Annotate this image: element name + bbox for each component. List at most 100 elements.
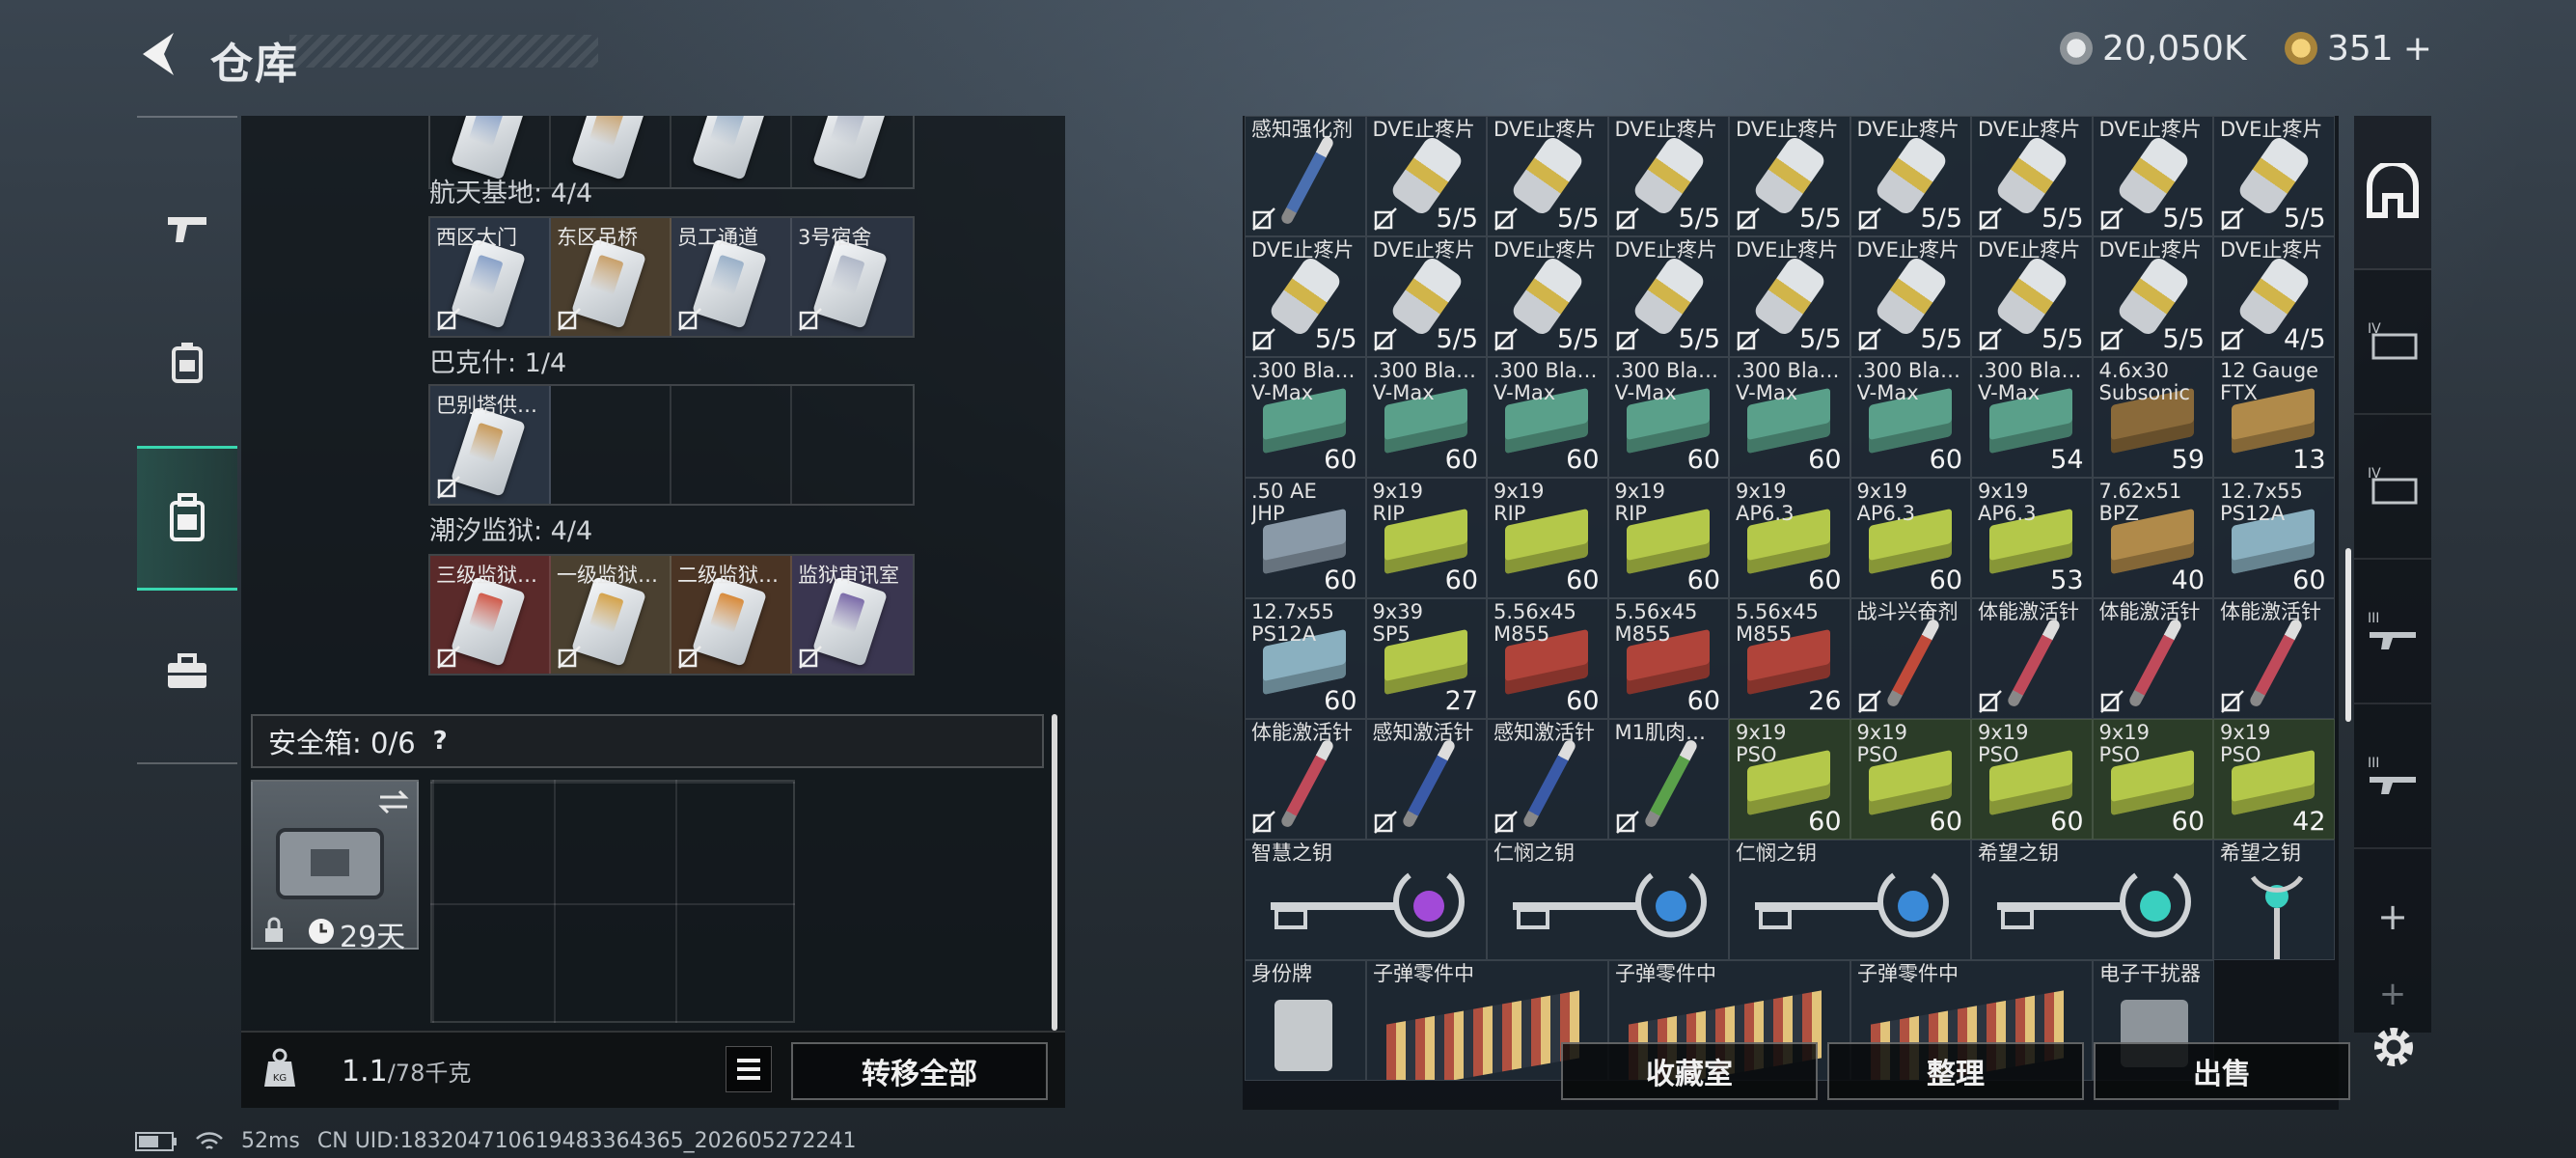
stash-item[interactable]: .300 Bla… V-Max 54 bbox=[1971, 357, 2093, 478]
stash-item[interactable]: 9x19 AP6.3 60 bbox=[1850, 478, 1971, 598]
back-arrow-icon[interactable] bbox=[135, 29, 178, 79]
sell-button[interactable]: 出售 bbox=[2094, 1042, 2350, 1100]
keycard-slot[interactable]: 二级监狱… bbox=[671, 556, 792, 674]
keycard-slot[interactable]: 一级监狱… bbox=[551, 556, 671, 674]
stash-item[interactable]: DVE止疼片 5/5 bbox=[1487, 116, 1608, 236]
stash-item[interactable]: 体能激活针 bbox=[2213, 598, 2335, 719]
stash-item[interactable]: 战斗兴奋剂 bbox=[1850, 598, 1971, 719]
help-icon[interactable]: ? bbox=[433, 727, 448, 756]
stash-item[interactable]: DVE止疼片 5/5 bbox=[1365, 116, 1487, 236]
stash-item[interactable]: .300 Bla… V-Max 60 bbox=[1729, 357, 1850, 478]
stash-item[interactable]: 体能激活针 bbox=[2092, 598, 2213, 719]
key-item[interactable]: 仁悯之钥 bbox=[1729, 840, 1971, 960]
stash-item[interactable]: 身份牌 bbox=[1245, 960, 1366, 1081]
stash-item[interactable]: 5.56x45 M855 26 bbox=[1729, 598, 1850, 719]
nav-cases[interactable] bbox=[137, 600, 237, 745]
list-view-icon[interactable] bbox=[726, 1046, 772, 1092]
stash-item[interactable]: DVE止疼片 5/5 bbox=[1245, 236, 1366, 357]
stash-item[interactable]: 9x19 PSO 42 bbox=[2213, 719, 2335, 840]
nav-armor[interactable] bbox=[137, 291, 237, 436]
injector-image bbox=[1279, 738, 1335, 829]
stash-item[interactable]: 7.62x51 BPZ 40 bbox=[2092, 478, 2213, 598]
stash-item[interactable]: 体能激活针 bbox=[1245, 719, 1366, 840]
keycard-slot[interactable]: 员工通道 bbox=[671, 218, 792, 336]
stash-item[interactable]: DVE止疼片 5/5 bbox=[2092, 116, 2213, 236]
stash-item[interactable]: DVE止疼片 5/5 bbox=[1729, 116, 1850, 236]
stash-tab-all[interactable] bbox=[2354, 116, 2431, 270]
key-item[interactable]: 希望之钥 bbox=[1971, 840, 2213, 960]
stash-item[interactable]: 9x19 RIP 60 bbox=[1487, 478, 1608, 598]
stash-item[interactable]: 体能激活针 bbox=[1971, 598, 2093, 719]
stash-item[interactable]: DVE止疼片 5/5 bbox=[1850, 116, 1971, 236]
left-scrollbar[interactable] bbox=[1052, 714, 1057, 1031]
stash-item[interactable]: 9x19 PSO 60 bbox=[2092, 719, 2213, 840]
stash-item[interactable]: 9x19 PSO 60 bbox=[1850, 719, 1971, 840]
add-tab-icon[interactable]: + bbox=[2354, 878, 2431, 955]
stash-item[interactable]: 12.7x55 PS12A 60 bbox=[1245, 598, 1366, 719]
stash-item[interactable]: 12 Gauge FTX 13 bbox=[2213, 357, 2335, 478]
keycard-slot[interactable]: 西区大门 bbox=[430, 218, 551, 336]
stash-item[interactable]: 9x19 AP6.3 53 bbox=[1971, 478, 2093, 598]
key-item[interactable]: 智慧之钥 bbox=[1245, 840, 1487, 960]
stash-item[interactable]: 9x19 PSO 60 bbox=[1729, 719, 1850, 840]
safe-box-item[interactable]: 29天 bbox=[251, 780, 419, 954]
nav-backpack[interactable] bbox=[137, 446, 237, 591]
stash-item[interactable]: DVE止疼片 4/5 bbox=[2213, 236, 2335, 357]
category-nav bbox=[137, 116, 237, 764]
stash-item[interactable]: .50 AE JHP 60 bbox=[1245, 478, 1366, 598]
stash-item[interactable]: 感知强化剂 bbox=[1245, 116, 1366, 236]
stash-scrollbar[interactable] bbox=[2345, 548, 2351, 722]
stash-item[interactable]: 5.56x45 M855 60 bbox=[1607, 598, 1729, 719]
stash-item[interactable]: DVE止疼片 5/5 bbox=[1971, 116, 2093, 236]
stash-tab-iii-a[interactable]: III bbox=[2354, 560, 2431, 704]
stash-item[interactable]: DVE止疼片 5/5 bbox=[1607, 116, 1729, 236]
stash-item[interactable]: 9x19 PSO 60 bbox=[1971, 719, 2093, 840]
stash-item[interactable]: 感知激活针 bbox=[1365, 719, 1487, 840]
stash-item[interactable]: DVE止疼片 5/5 bbox=[2213, 116, 2335, 236]
stash-item[interactable]: .300 Bla… V-Max 60 bbox=[1487, 357, 1608, 478]
stash-item[interactable]: .300 Bla… V-Max 60 bbox=[1245, 357, 1366, 478]
swap-icon[interactable] bbox=[376, 787, 411, 816]
stash-item[interactable]: DVE止疼片 5/5 bbox=[1850, 236, 1971, 357]
safe-box-grid[interactable] bbox=[430, 780, 795, 1023]
stash-item[interactable]: 9x19 RIP 60 bbox=[1607, 478, 1729, 598]
stash-tab-iv-a[interactable]: IV bbox=[2354, 270, 2431, 415]
key-item[interactable]: 仁悯之钥 bbox=[1487, 840, 1729, 960]
sort-button[interactable]: 整理 bbox=[1827, 1042, 2084, 1100]
nav-weapons[interactable] bbox=[137, 156, 237, 301]
item-name: DVE止疼片 bbox=[2098, 119, 2202, 141]
collection-room-button[interactable]: 收藏室 bbox=[1561, 1042, 1818, 1100]
keycard-slot[interactable]: 三级监狱… bbox=[430, 556, 551, 674]
stash-item[interactable]: DVE止疼片 5/5 bbox=[1729, 236, 1850, 357]
empty-slot[interactable] bbox=[671, 386, 792, 504]
stash-item[interactable]: 感知激活针 bbox=[1487, 719, 1608, 840]
stash-item[interactable]: 5.56x45 M855 60 bbox=[1487, 598, 1608, 719]
empty-slot[interactable] bbox=[551, 386, 671, 504]
keycard-slot[interactable]: 巴别塔供… bbox=[430, 386, 551, 504]
stash-item[interactable]: 9x19 AP6.3 60 bbox=[1729, 478, 1850, 598]
stash-item[interactable]: 12.7x55 PS12A 60 bbox=[2213, 478, 2335, 598]
keycard-slot[interactable]: 东区吊桥 bbox=[551, 218, 671, 336]
stash-item[interactable]: 4.6x30 Subsonic 59 bbox=[2092, 357, 2213, 478]
transfer-all-button[interactable]: 转移全部 bbox=[791, 1042, 1048, 1100]
stash-item[interactable]: 9x39 SP5 27 bbox=[1365, 598, 1487, 719]
keycard-slot[interactable]: 监狱审讯室 bbox=[792, 556, 913, 674]
add-currency-icon[interactable]: + bbox=[2403, 29, 2432, 69]
stash-item[interactable]: DVE止疼片 5/5 bbox=[1487, 236, 1608, 357]
stash-item[interactable]: .300 Bla… V-Max 60 bbox=[1607, 357, 1729, 478]
keycard-slot[interactable]: 3号宿舍 bbox=[792, 218, 913, 336]
stash-item[interactable]: DVE止疼片 5/5 bbox=[2092, 236, 2213, 357]
stash-item[interactable]: DVE止疼片 5/5 bbox=[1607, 236, 1729, 357]
settings-gear-icon[interactable] bbox=[2370, 1023, 2418, 1071]
gold-currency[interactable]: 351 + bbox=[2285, 27, 2432, 69]
stash-item[interactable]: DVE止疼片 5/5 bbox=[1365, 236, 1487, 357]
stash-tab-iv-b[interactable]: IV bbox=[2354, 415, 2431, 560]
stash-item[interactable]: .300 Bla… V-Max 60 bbox=[1365, 357, 1487, 478]
stash-item[interactable]: .300 Bla… V-Max 60 bbox=[1850, 357, 1971, 478]
key-item[interactable]: 希望之钥 bbox=[2213, 840, 2335, 960]
stash-item[interactable]: M1肌肉… bbox=[1607, 719, 1729, 840]
stash-item[interactable]: 9x19 RIP 60 bbox=[1365, 478, 1487, 598]
stash-item[interactable]: DVE止疼片 5/5 bbox=[1971, 236, 2093, 357]
stash-tab-iii-b[interactable]: III bbox=[2354, 704, 2431, 849]
empty-slot[interactable] bbox=[792, 386, 913, 504]
